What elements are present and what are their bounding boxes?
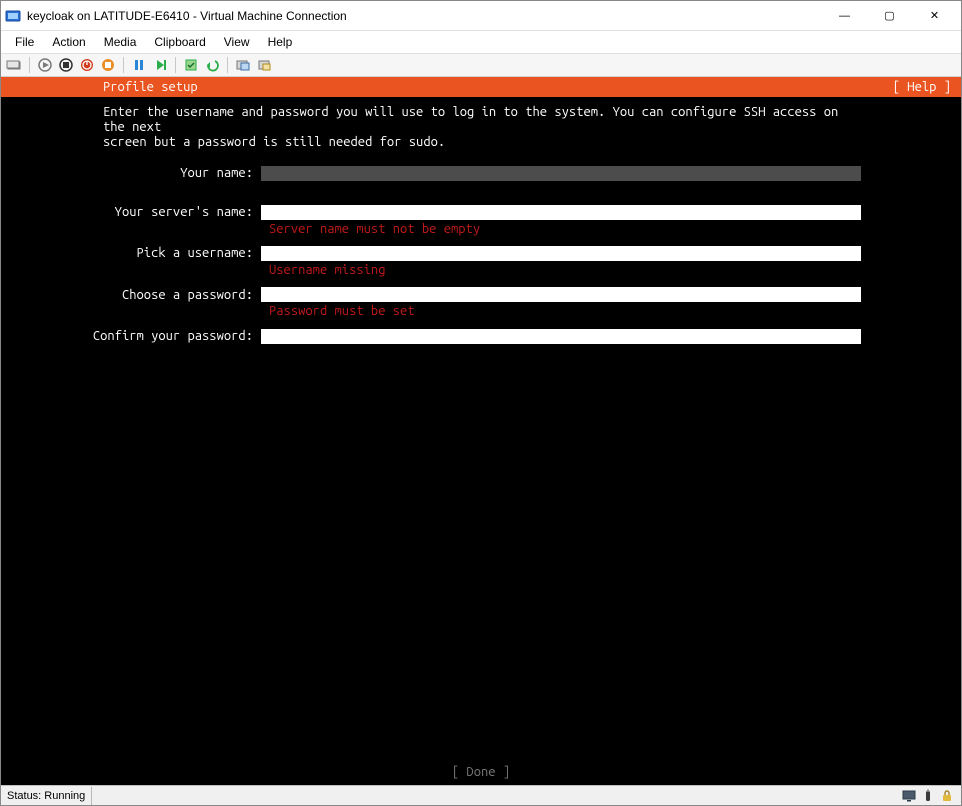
statusbar: Status: Running — [1, 785, 961, 805]
turnoff-icon[interactable] — [57, 56, 75, 74]
field-row-username: Pick a username: — [11, 246, 951, 261]
usb-icon[interactable] — [920, 788, 936, 804]
field-row-server-name: Your server's name: — [11, 205, 951, 220]
installer-instructions: Enter the username and password you will… — [11, 105, 861, 150]
status-text: Status: Running — [7, 787, 92, 805]
ctrl-alt-del-icon[interactable] — [5, 56, 23, 74]
pause-icon[interactable] — [130, 56, 148, 74]
guest-console[interactable]: Profile setup [ Help ] Enter the usernam… — [1, 77, 961, 785]
reset-icon[interactable] — [151, 56, 169, 74]
checkpoint-icon[interactable] — [182, 56, 200, 74]
menu-view[interactable]: View — [216, 33, 258, 51]
minimize-button[interactable]: — — [822, 2, 867, 30]
input-confirm-password[interactable] — [261, 329, 861, 344]
done-button[interactable]: [ Done ] — [1, 765, 961, 779]
help-button[interactable]: [ Help ] — [893, 80, 951, 94]
vm-display-area: Profile setup [ Help ] Enter the usernam… — [1, 77, 961, 785]
error-server-name: Server name must not be empty — [11, 222, 951, 236]
display-icon[interactable] — [901, 788, 917, 804]
menubar: File Action Media Clipboard View Help — [1, 31, 961, 53]
start-icon[interactable] — [36, 56, 54, 74]
window-titlebar: keycloak on LATITUDE-E6410 - Virtual Mac… — [1, 1, 961, 31]
hyperv-app-icon — [5, 8, 21, 24]
shutdown-icon[interactable] — [78, 56, 96, 74]
menu-clipboard[interactable]: Clipboard — [146, 33, 213, 51]
field-row-your-name: Your name: — [11, 166, 951, 181]
installer-header: Profile setup [ Help ] — [1, 77, 961, 97]
maximize-button[interactable]: ▢ — [867, 2, 912, 30]
menu-action[interactable]: Action — [44, 33, 93, 51]
label-confirm-password: Confirm your password: — [11, 329, 261, 343]
enhanced-session-icon[interactable] — [234, 56, 252, 74]
close-button[interactable]: ✕ — [912, 2, 957, 30]
label-server-name: Your server's name: — [11, 205, 261, 219]
field-row-confirm-password: Confirm your password: — [11, 329, 951, 344]
share-icon[interactable] — [255, 56, 273, 74]
input-server-name[interactable] — [261, 205, 861, 220]
label-your-name: Your name: — [11, 166, 261, 180]
window-controls: — ▢ ✕ — [822, 2, 957, 30]
lock-icon[interactable] — [939, 788, 955, 804]
installer-body: Enter the username and password you will… — [1, 97, 961, 785]
toolbar-separator — [175, 57, 176, 73]
input-password[interactable] — [261, 287, 861, 302]
toolbar-separator — [227, 57, 228, 73]
menu-media[interactable]: Media — [96, 33, 145, 51]
error-username: Username missing — [11, 263, 951, 277]
error-password: Password must be set — [11, 304, 951, 318]
toolbar-separator — [123, 57, 124, 73]
installer-title: Profile setup — [11, 80, 198, 94]
toolbar-separator — [29, 57, 30, 73]
field-row-password: Choose a password: — [11, 287, 951, 302]
label-password: Choose a password: — [11, 288, 261, 302]
toolbar — [1, 53, 961, 77]
save-icon[interactable] — [99, 56, 117, 74]
menu-help[interactable]: Help — [260, 33, 301, 51]
input-your-name[interactable] — [261, 166, 861, 181]
label-username: Pick a username: — [11, 246, 261, 260]
input-username[interactable] — [261, 246, 861, 261]
revert-icon[interactable] — [203, 56, 221, 74]
window-title: keycloak on LATITUDE-E6410 - Virtual Mac… — [27, 9, 822, 23]
menu-file[interactable]: File — [7, 33, 42, 51]
